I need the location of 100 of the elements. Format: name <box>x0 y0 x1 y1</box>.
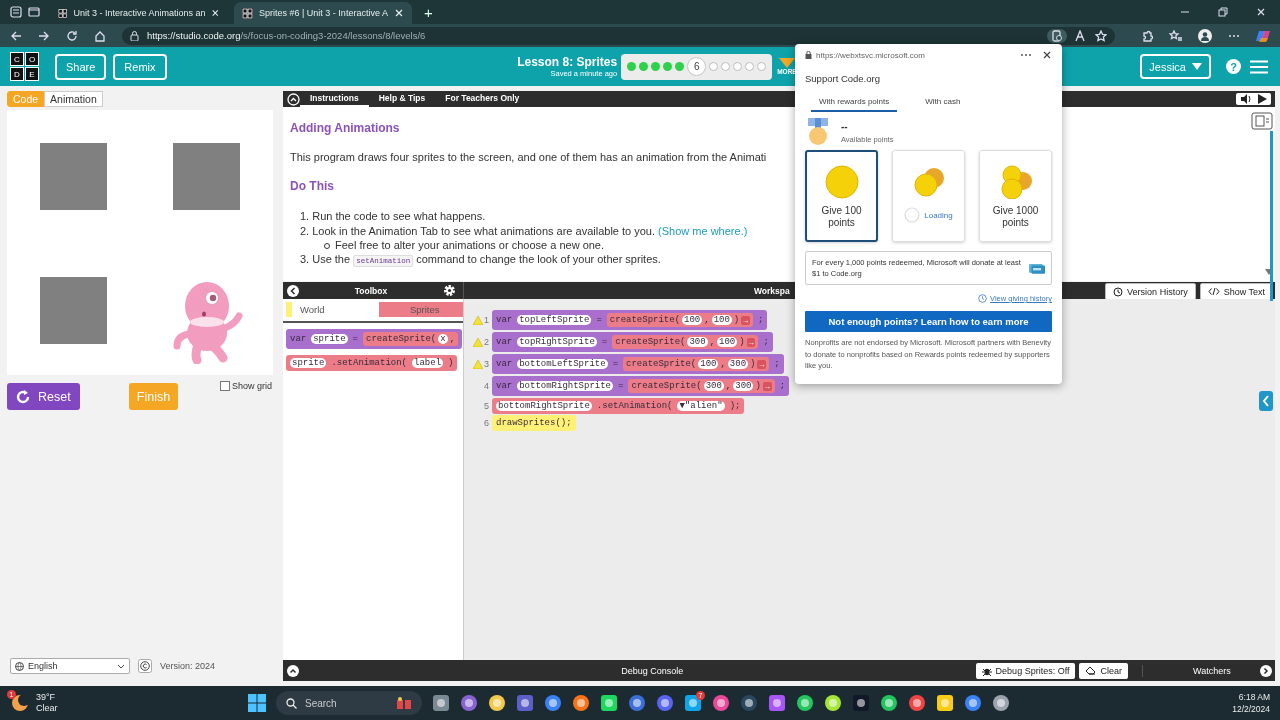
instructions-tab[interactable]: Instructions <box>300 91 369 107</box>
code-slot[interactable]: topLeftSprite <box>517 315 592 325</box>
function-block[interactable]: createSprite( x , <box>363 332 459 346</box>
favorites-icon[interactable] <box>1169 29 1182 42</box>
back-icon[interactable] <box>10 29 22 42</box>
code-slot[interactable]: 300 <box>687 337 708 347</box>
more-icon[interactable] <box>1228 33 1240 38</box>
windows-start-icon[interactable] <box>248 694 266 712</box>
app-icon[interactable] <box>572 694 590 712</box>
star-icon[interactable] <box>1095 29 1107 42</box>
code-slot[interactable]: topRightSprite <box>517 337 597 347</box>
level-dot[interactable] <box>721 62 731 71</box>
workspaces-icon[interactable] <box>10 6 22 18</box>
app-icon[interactable] <box>852 694 870 712</box>
points-option[interactable]: Loading <box>892 150 965 242</box>
forward-icon[interactable] <box>38 29 50 42</box>
menu-icon[interactable] <box>1250 59 1268 74</box>
function-block[interactable]: createSprite( 100 , 100 ) → <box>606 313 754 327</box>
level-dot[interactable] <box>675 62 685 71</box>
play-icon[interactable] <box>1258 94 1267 104</box>
function-block[interactable]: createSprite( 100 , 300 ) → <box>623 357 770 371</box>
level-dot[interactable] <box>733 62 743 71</box>
code-block[interactable]: var topRightSprite = createSprite( 300 , 100 ) → ; <box>492 332 773 352</box>
code-slot[interactable]: bottomRightSprite <box>496 400 592 411</box>
taskbar-search-field[interactable]: Search <box>276 691 422 715</box>
app-icon[interactable] <box>712 694 730 712</box>
points-option[interactable]: Give 1000 points <box>979 150 1052 242</box>
code-block[interactable]: var sprite = createSprite( x , <box>286 329 463 349</box>
app-icon[interactable] <box>880 694 898 712</box>
extensions-icon[interactable] <box>1141 29 1153 42</box>
settings-icon[interactable] <box>443 284 456 297</box>
browser-tab[interactable]: Sprites #6 | Unit 3 - Interactive A <box>234 2 412 24</box>
tab-actions-icon[interactable] <box>28 6 40 18</box>
clear-button[interactable]: Clear <box>1079 662 1128 679</box>
app-icon[interactable] <box>516 694 534 712</box>
app-icon[interactable] <box>992 694 1010 712</box>
app-icon[interactable] <box>684 694 702 712</box>
level-dot[interactable] <box>639 62 649 71</box>
level-dot[interactable] <box>627 62 637 71</box>
home-icon[interactable] <box>94 29 106 42</box>
earn-more-button[interactable]: Not enough points? Learn how to earn more <box>805 311 1052 332</box>
view-tab[interactable]: Animation <box>44 91 103 107</box>
expand-button[interactable]: → <box>746 337 756 347</box>
app-icon[interactable] <box>740 694 758 712</box>
level-dot[interactable] <box>709 62 719 71</box>
code-slot[interactable]: bottomRightSprite <box>517 381 614 391</box>
address-bar[interactable]: https://studio.code.org/s/focus-on-coding3-2024/lessons/8/levels/6 <box>122 26 1115 45</box>
app-icon[interactable] <box>796 694 814 712</box>
code-slot[interactable]: sprite <box>290 358 327 368</box>
donation-tab[interactable]: With cash <box>917 97 969 112</box>
language-select[interactable]: English <box>10 658 130 674</box>
expand-button[interactable]: → <box>757 359 767 369</box>
more-icon[interactable] <box>1020 53 1032 57</box>
donation-tab[interactable]: With rewards points <box>811 97 898 112</box>
app-icon[interactable] <box>964 694 982 712</box>
points-option[interactable]: Give 100 points <box>805 150 878 242</box>
expand-button[interactable]: → <box>762 381 772 391</box>
reference-icon[interactable] <box>1251 112 1273 130</box>
function-block[interactable]: createSprite( 300 , 100 ) → <box>612 335 759 349</box>
code-slot[interactable]: 100 <box>682 315 703 325</box>
code-block[interactable]: bottomRightSprite .setAnimation( ▼"alien" ); <box>492 397 745 414</box>
new-tab-button[interactable]: + <box>418 3 439 21</box>
code-slot[interactable]: 300 <box>703 381 724 391</box>
app-icon[interactable] <box>544 694 562 712</box>
code-slot[interactable]: 100 <box>698 359 719 369</box>
app-icon[interactable] <box>908 694 926 712</box>
app-icon[interactable] <box>628 694 646 712</box>
app-icon[interactable] <box>768 694 786 712</box>
copyright-icon[interactable] <box>138 659 152 673</box>
code-slot[interactable]: x <box>438 334 448 344</box>
expand-icon[interactable] <box>287 664 299 677</box>
code-slot[interactable]: 300 <box>727 359 749 369</box>
expand-button[interactable]: → <box>741 315 751 325</box>
instructions-tab[interactable]: Help & Tips <box>368 91 436 107</box>
weather-icon[interactable] <box>10 692 30 712</box>
function-block[interactable]: createSprite( 300 , 300 ) → <box>628 379 775 393</box>
app-icon[interactable] <box>488 694 506 712</box>
level-dot[interactable] <box>745 62 755 71</box>
debug-sprites-button[interactable]: Debug Sprites: Off <box>975 662 1076 679</box>
reload-icon[interactable] <box>66 29 78 42</box>
app-icon[interactable] <box>432 694 450 712</box>
code-block[interactable]: var bottomRightSprite = createSprite( 300 , 300 ) → ; <box>492 376 790 396</box>
app-icon[interactable] <box>600 694 618 712</box>
expand-icon[interactable] <box>1260 664 1272 677</box>
profile-icon[interactable] <box>1198 28 1212 43</box>
collapse-icon[interactable] <box>287 92 300 106</box>
code-block[interactable]: drawSprites(); <box>492 414 576 431</box>
code-block[interactable]: var topLeftSprite = createSprite( 100 , 100 ) → ; <box>492 310 768 330</box>
clock[interactable]: 6:18 AM 12/2/2024 <box>1232 691 1270 715</box>
level-dot[interactable] <box>651 62 661 71</box>
code-block[interactable]: var bottomLeftSprite = createSprite( 100 , 300 ) → ; <box>492 354 784 374</box>
close-icon[interactable] <box>1042 50 1052 60</box>
code-org-logo[interactable]: C O D E <box>10 52 39 81</box>
level-dot[interactable] <box>663 62 673 71</box>
app-icon[interactable] <box>460 694 478 712</box>
level-dot[interactable] <box>757 62 767 71</box>
code-block[interactable]: sprite .setAnimation( label ) <box>286 355 458 371</box>
copilot-icon[interactable] <box>1256 28 1270 43</box>
restore-icon[interactable] <box>1218 7 1228 17</box>
collapse-icon[interactable] <box>287 284 299 297</box>
